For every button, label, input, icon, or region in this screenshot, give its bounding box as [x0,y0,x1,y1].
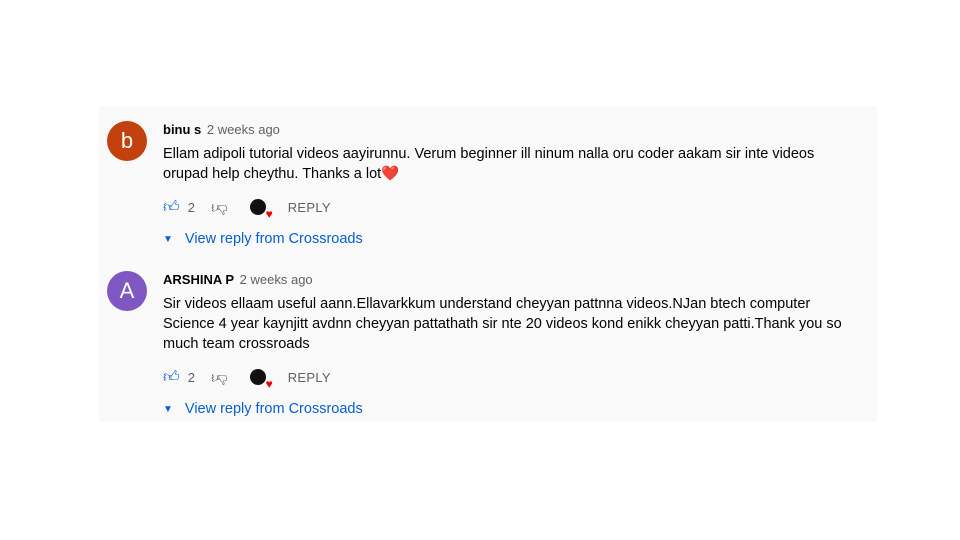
timestamp[interactable]: 2 weeks ago [207,122,280,137]
view-replies-button[interactable]: ▼ View reply from Crossroads [163,227,863,251]
avatar[interactable]: A [107,271,147,311]
like-count: 2 [187,199,195,215]
reply-button[interactable]: REPLY [288,200,331,215]
avatar[interactable]: b [107,121,147,161]
view-replies-label: View reply from Crossroads [184,401,363,417]
dislike-icon[interactable]: 👍︎ [211,198,228,217]
comment-text: Sir videos ellaam useful aann.Ellavarkku… [163,296,842,352]
view-replies-button[interactable]: ▼ View reply from Crossroads [163,397,863,421]
comment-text: Ellam adipoli tutorial videos aayirunnu.… [163,146,815,182]
caret-down-icon: ▼ [163,233,173,245]
view-replies-label: View reply from Crossroads [184,231,363,247]
reply-button[interactable]: REPLY [288,370,331,385]
dislike-icon[interactable]: 👍︎ [211,368,228,387]
author-name[interactable]: binu s [163,122,201,137]
author-name[interactable]: ARSHINA P [163,272,234,287]
like-icon[interactable]: 👍︎ [163,198,180,217]
creator-heart-icon: ♥ [249,369,273,391]
creator-heart-icon: ♥ [249,199,273,221]
like-icon[interactable]: 👍︎ [163,368,180,387]
timestamp[interactable]: 2 weeks ago [240,272,313,287]
caret-down-icon: ▼ [163,403,173,415]
like-count: 2 [187,369,195,385]
comments-panel: b binu s 2 weeks ago Ellam adipoli tutor… [99,106,877,422]
